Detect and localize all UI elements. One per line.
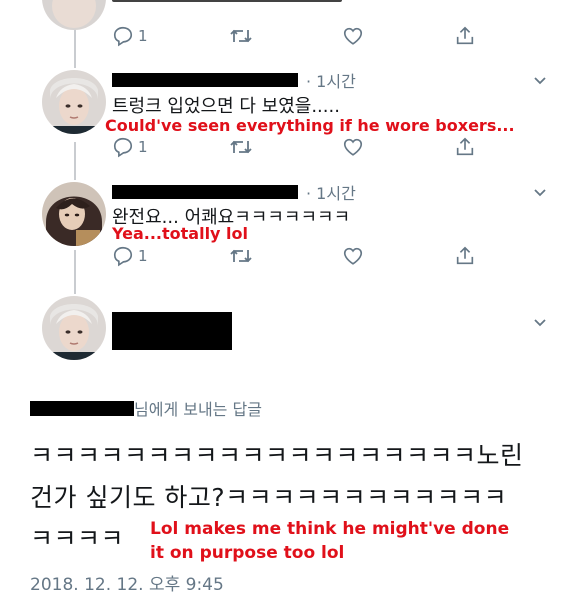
like-button[interactable] (342, 136, 364, 158)
tweet-actions: 1 (112, 245, 492, 271)
redacted-mention[interactable] (30, 400, 134, 416)
like-icon (342, 136, 364, 158)
reply-button[interactable]: 1 (112, 245, 148, 267)
like-icon (342, 245, 364, 267)
like-icon (342, 25, 364, 47)
avatar[interactable] (42, 182, 106, 246)
retweet-icon (229, 245, 253, 267)
tweet-actions: 1 (112, 136, 492, 162)
tweet-time: · 1시간 (306, 184, 356, 203)
main-tweet-text-line: ㅋㅋㅋㅋㅋㅋㅋㅋㅋㅋㅋㅋㅋㅋㅋㅋㅋㅋㅋ노린 (30, 441, 524, 470)
reply-icon (112, 136, 134, 158)
main-tweet-text-line: 건가 싶기도 하고?ㅋㅋㅋㅋㅋㅋㅋㅋㅋㅋㅋㅋ (30, 483, 508, 512)
chevron-down-icon (532, 73, 548, 92)
retweet-button[interactable] (229, 245, 253, 267)
chevron-down-icon (532, 185, 548, 204)
reply-icon (112, 245, 134, 267)
thread-line (74, 142, 76, 180)
share-button[interactable] (454, 136, 476, 158)
reply-count: 1 (138, 27, 148, 45)
avatar[interactable] (42, 70, 106, 134)
translation-annotation: it on purpose too lol (150, 543, 345, 563)
reply-button[interactable]: 1 (112, 136, 148, 158)
redacted-author (112, 312, 232, 350)
tweet-menu-button[interactable] (532, 72, 548, 92)
reply-to-line: 님에게 보내는 답글 (30, 396, 262, 420)
translation-annotation: Lol makes me think he might've done (150, 519, 510, 539)
like-button[interactable] (342, 245, 364, 267)
tweet-header: · 1시간 (112, 68, 356, 92)
redacted-username (112, 185, 298, 199)
tweet-menu-button[interactable] (532, 184, 548, 204)
retweet-button[interactable] (229, 136, 253, 158)
translation-annotation: Yea...totally lol (112, 224, 249, 243)
tweet-text: 트렁크 입었으면 다 보였을..... (112, 96, 340, 117)
reply-count: 1 (138, 138, 148, 156)
redacted-username (112, 73, 298, 87)
share-button[interactable] (454, 25, 476, 47)
main-tweet-text-line: ㅋㅋㅋㅋ (30, 524, 125, 553)
avatar[interactable] (42, 0, 106, 30)
avatar[interactable] (42, 296, 106, 360)
reply-to-label: 님에게 보내는 답글 (134, 400, 262, 419)
reply-icon (112, 25, 134, 47)
tweet-actions: 1 (112, 25, 492, 51)
share-button[interactable] (454, 245, 476, 267)
share-icon (454, 136, 476, 158)
thread-line (74, 250, 76, 294)
share-icon (454, 25, 476, 47)
tweet-time: · 1시간 (306, 72, 356, 91)
chevron-down-icon (532, 315, 548, 334)
tweet-text (112, 0, 342, 2)
translation-annotation: Could've seen everything if he wore boxe… (105, 116, 515, 135)
retweet-button[interactable] (229, 25, 253, 47)
tweet-header: · 1시간 (112, 180, 356, 204)
retweet-icon (229, 25, 253, 47)
tweet-timestamp: 2018. 12. 12. 오후 9:45 (30, 575, 224, 595)
like-button[interactable] (342, 25, 364, 47)
reply-button[interactable]: 1 (112, 25, 148, 47)
retweet-icon (229, 136, 253, 158)
tweet-menu-button[interactable] (532, 314, 548, 334)
reply-count: 1 (138, 247, 148, 265)
share-icon (454, 245, 476, 267)
